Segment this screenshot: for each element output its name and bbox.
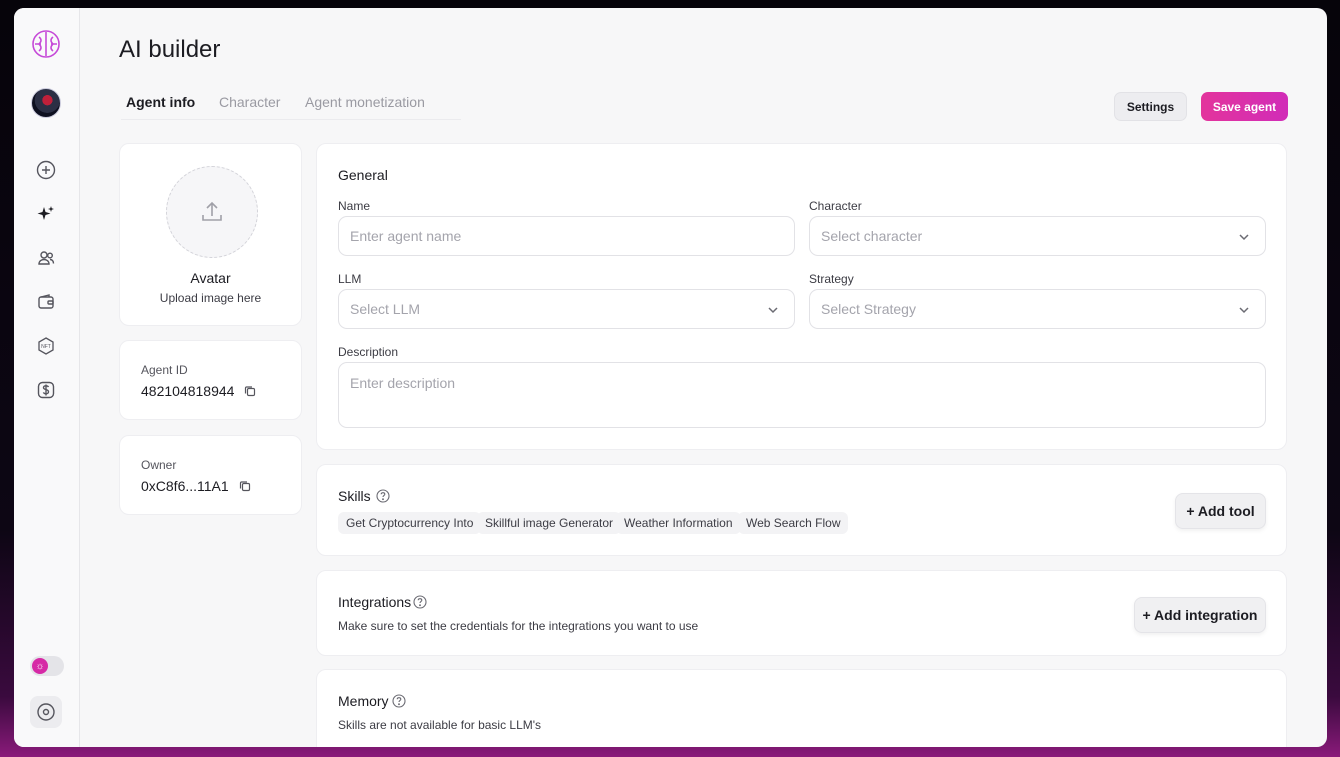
strategy-select[interactable]: Select Strategy xyxy=(809,289,1266,329)
avatar-card: Avatar Upload image here xyxy=(119,143,302,326)
help-icon[interactable] xyxy=(413,595,427,609)
help-icon[interactable] xyxy=(392,694,406,708)
general-title: General xyxy=(338,167,388,183)
character-select[interactable]: Select character xyxy=(809,216,1266,256)
page-title: AI builder xyxy=(119,36,221,63)
memory-card: Memory Skills are not available for basi… xyxy=(316,669,1287,747)
upload-icon xyxy=(202,201,222,221)
integrations-card: Integrations Make sure to set the creden… xyxy=(316,570,1287,656)
brain-logo-icon[interactable] xyxy=(30,28,62,60)
integrations-description: Make sure to set the credentials for the… xyxy=(338,619,699,633)
strategy-label: Strategy xyxy=(809,272,854,286)
users-icon[interactable] xyxy=(34,246,58,270)
tab-character[interactable]: Character xyxy=(219,94,280,110)
memory-title: Memory xyxy=(338,693,389,709)
character-placeholder: Select character xyxy=(821,228,923,244)
avatar-title: Avatar xyxy=(190,270,231,286)
name-placeholder: Enter agent name xyxy=(350,228,462,244)
description-textarea[interactable]: Enter description xyxy=(338,362,1266,428)
chevron-down-icon xyxy=(1239,234,1249,241)
owner-label: Owner xyxy=(141,458,177,472)
integrations-title: Integrations xyxy=(338,594,412,610)
theme-toggle[interactable]: ☼ xyxy=(30,656,64,676)
description-placeholder: Enter description xyxy=(350,375,456,391)
general-card: General Name Enter agent name Character … xyxy=(316,143,1287,450)
save-agent-button[interactable]: Save agent xyxy=(1201,92,1288,121)
skills-card: Skills Get Cryptocurrency Into Skillful … xyxy=(316,464,1287,556)
agent-id-card: Agent ID 482104818944 xyxy=(119,340,302,420)
tab-agent-monetization[interactable]: Agent monetization xyxy=(305,94,425,110)
owner-card: Owner 0xC8f6...11A1 xyxy=(119,435,302,515)
llm-label: LLM xyxy=(338,272,362,286)
avatar-subtitle: Upload image here xyxy=(159,291,262,305)
skill-chip[interactable]: Get Cryptocurrency Into xyxy=(338,512,482,534)
name-input[interactable]: Enter agent name xyxy=(338,216,795,256)
svg-text:NFT: NFT xyxy=(41,344,51,350)
skills-title: Skills xyxy=(338,488,371,504)
app-window: NFT ☼ AI builder Agent info Character Ag… xyxy=(14,8,1327,747)
chevron-down-icon xyxy=(1239,307,1249,314)
llm-placeholder: Select LLM xyxy=(350,301,421,317)
help-icon[interactable] xyxy=(376,489,390,503)
description-label: Description xyxy=(338,345,399,359)
agent-id-row: 482104818944 xyxy=(141,383,256,400)
strategy-placeholder: Select Strategy xyxy=(821,301,916,317)
agent-id-value: 482104818944 xyxy=(141,383,235,399)
wallet-icon[interactable] xyxy=(34,290,58,314)
agent-id-label: Agent ID xyxy=(141,363,188,377)
tab-bar: Agent info Character Agent monetization xyxy=(121,94,461,120)
tab-agent-info[interactable]: Agent info xyxy=(126,94,195,110)
add-integration-button[interactable]: + Add integration xyxy=(1134,597,1266,633)
chevron-down-icon xyxy=(768,307,778,314)
nft-icon[interactable]: NFT xyxy=(34,334,58,358)
add-tool-button[interactable]: + Add tool xyxy=(1175,493,1266,529)
copy-icon[interactable] xyxy=(244,384,256,400)
sun-icon: ☼ xyxy=(32,658,48,674)
sparkles-icon[interactable] xyxy=(34,202,58,226)
avatar-upload-area[interactable] xyxy=(166,166,258,258)
dollar-icon[interactable] xyxy=(34,378,58,402)
memory-description: Skills are not available for basic LLM's xyxy=(338,718,542,732)
copy-icon[interactable] xyxy=(239,479,251,495)
character-label: Character xyxy=(809,199,862,213)
name-label: Name xyxy=(338,199,371,213)
skill-chip[interactable]: Web Search Flow xyxy=(738,512,849,534)
settings-button[interactable]: Settings xyxy=(1114,92,1187,121)
owner-value: 0xC8f6...11A1 xyxy=(141,478,229,494)
sidebar: NFT ☼ xyxy=(14,8,80,747)
owner-row: 0xC8f6...11A1 xyxy=(141,478,251,495)
user-avatar[interactable] xyxy=(31,88,61,118)
plus-circle-icon[interactable] xyxy=(34,158,58,182)
skill-chip[interactable]: Weather Information xyxy=(616,512,741,534)
settings-circle-icon[interactable] xyxy=(30,696,62,728)
skill-chip[interactable]: Skillful image Generator xyxy=(477,512,622,534)
llm-select[interactable]: Select LLM xyxy=(338,289,795,329)
